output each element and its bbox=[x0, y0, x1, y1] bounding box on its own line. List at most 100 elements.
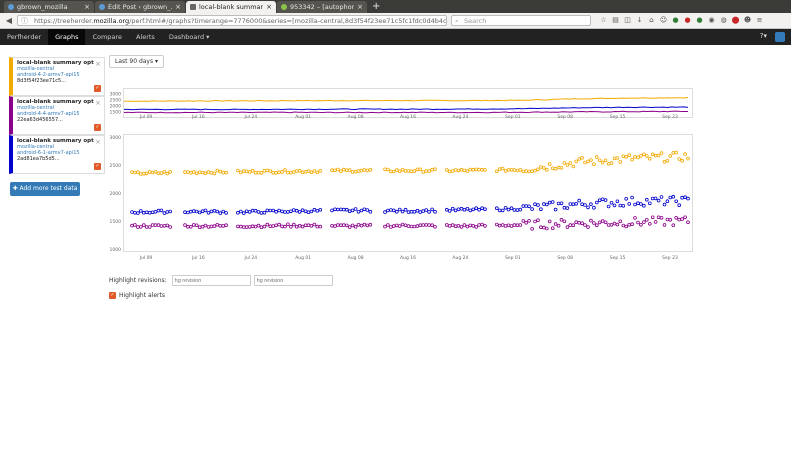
data-point[interactable] bbox=[683, 215, 687, 220]
data-point[interactable] bbox=[600, 160, 605, 165]
url-bar[interactable]: ⓘ https://treeherder.mozilla.org/perf.ht… bbox=[17, 15, 447, 26]
data-point[interactable] bbox=[527, 169, 531, 174]
menu-icon[interactable]: ≡ bbox=[755, 16, 764, 25]
pocket-icon[interactable]: ◫ bbox=[623, 16, 632, 25]
data-point[interactable] bbox=[200, 224, 205, 229]
data-point[interactable] bbox=[677, 217, 681, 222]
data-point[interactable] bbox=[533, 219, 537, 224]
data-point[interactable] bbox=[421, 170, 426, 174]
data-point[interactable] bbox=[347, 209, 352, 213]
data-point[interactable] bbox=[383, 224, 387, 229]
data-point[interactable] bbox=[415, 208, 420, 213]
data-point[interactable] bbox=[662, 202, 667, 207]
addon-icon[interactable]: ◍ bbox=[719, 16, 728, 25]
data-point[interactable] bbox=[447, 169, 452, 174]
data-point[interactable] bbox=[247, 170, 252, 174]
data-point[interactable] bbox=[150, 210, 155, 215]
data-point[interactable] bbox=[345, 223, 349, 228]
data-point[interactable] bbox=[468, 208, 473, 213]
data-point[interactable] bbox=[594, 200, 599, 205]
data-point[interactable] bbox=[618, 219, 623, 224]
data-point[interactable] bbox=[524, 169, 529, 173]
data-point[interactable] bbox=[303, 169, 308, 174]
data-point[interactable] bbox=[409, 169, 414, 174]
data-point[interactable] bbox=[194, 223, 199, 228]
data-point[interactable] bbox=[600, 197, 605, 202]
data-point[interactable] bbox=[365, 208, 370, 212]
data-point[interactable] bbox=[524, 220, 529, 225]
data-point[interactable] bbox=[189, 170, 193, 175]
data-point[interactable] bbox=[606, 223, 611, 227]
data-point[interactable] bbox=[347, 225, 352, 229]
data-point[interactable] bbox=[453, 224, 458, 228]
data-point[interactable] bbox=[483, 168, 487, 172]
data-point[interactable] bbox=[141, 210, 146, 215]
data-point[interactable] bbox=[168, 225, 172, 229]
data-point[interactable] bbox=[518, 207, 523, 212]
data-point[interactable] bbox=[603, 220, 608, 225]
data-point[interactable] bbox=[312, 169, 317, 173]
data-point[interactable] bbox=[521, 204, 526, 208]
data-point[interactable] bbox=[624, 224, 629, 229]
data-point[interactable] bbox=[130, 210, 134, 214]
data-point[interactable] bbox=[480, 206, 484, 210]
data-point[interactable] bbox=[536, 203, 540, 207]
data-point[interactable] bbox=[292, 208, 296, 212]
data-point[interactable] bbox=[292, 222, 296, 227]
data-point[interactable] bbox=[668, 154, 673, 158]
data-point[interactable] bbox=[539, 225, 543, 229]
data-point[interactable] bbox=[303, 209, 308, 214]
data-point[interactable] bbox=[218, 211, 223, 215]
data-point[interactable] bbox=[450, 169, 455, 173]
data-point[interactable] bbox=[589, 202, 593, 206]
data-point[interactable] bbox=[192, 170, 196, 174]
data-point[interactable] bbox=[644, 154, 649, 158]
data-point[interactable] bbox=[580, 202, 584, 206]
data-point[interactable] bbox=[286, 210, 290, 214]
data-point[interactable] bbox=[659, 216, 664, 220]
data-point[interactable] bbox=[665, 199, 670, 203]
data-point[interactable] bbox=[197, 210, 202, 215]
data-point[interactable] bbox=[547, 162, 552, 166]
data-point[interactable] bbox=[250, 224, 255, 228]
data-point[interactable] bbox=[639, 223, 643, 227]
data-point[interactable] bbox=[265, 222, 270, 227]
data-point[interactable] bbox=[194, 209, 199, 214]
data-point[interactable] bbox=[418, 210, 423, 214]
data-point[interactable] bbox=[503, 206, 508, 210]
data-point[interactable] bbox=[250, 168, 255, 173]
data-point[interactable] bbox=[612, 203, 617, 208]
nav-dashboard[interactable]: Dashboard ▾ bbox=[162, 29, 217, 45]
data-point[interactable] bbox=[471, 167, 476, 172]
data-point[interactable] bbox=[506, 223, 511, 228]
data-point[interactable] bbox=[671, 194, 676, 199]
data-point[interactable] bbox=[277, 222, 281, 227]
data-point[interactable] bbox=[665, 158, 670, 163]
data-point[interactable] bbox=[533, 168, 537, 173]
data-point[interactable] bbox=[444, 207, 449, 212]
data-point[interactable] bbox=[306, 210, 311, 214]
data-point[interactable] bbox=[468, 167, 473, 172]
data-point[interactable] bbox=[183, 223, 187, 227]
data-point[interactable] bbox=[203, 208, 208, 213]
data-point[interactable] bbox=[671, 150, 676, 155]
data-point[interactable] bbox=[315, 209, 320, 213]
data-point[interactable] bbox=[450, 206, 455, 211]
data-point[interactable] bbox=[592, 221, 596, 225]
data-point[interactable] bbox=[342, 167, 346, 172]
data-point[interactable] bbox=[477, 207, 481, 212]
data-point[interactable] bbox=[424, 169, 429, 173]
data-point[interactable] bbox=[247, 210, 252, 214]
data-point[interactable] bbox=[130, 170, 134, 174]
data-point[interactable] bbox=[236, 168, 240, 173]
data-point[interactable] bbox=[677, 157, 681, 161]
data-point[interactable] bbox=[497, 223, 502, 228]
data-point[interactable] bbox=[609, 223, 614, 227]
library-icon[interactable]: ▤ bbox=[611, 16, 620, 25]
data-point[interactable] bbox=[218, 224, 223, 228]
data-point[interactable] bbox=[597, 220, 602, 225]
data-point[interactable] bbox=[212, 171, 217, 176]
search-input[interactable]: ⌕ Search bbox=[451, 15, 591, 26]
data-point[interactable] bbox=[294, 208, 299, 213]
data-point[interactable] bbox=[477, 223, 481, 227]
